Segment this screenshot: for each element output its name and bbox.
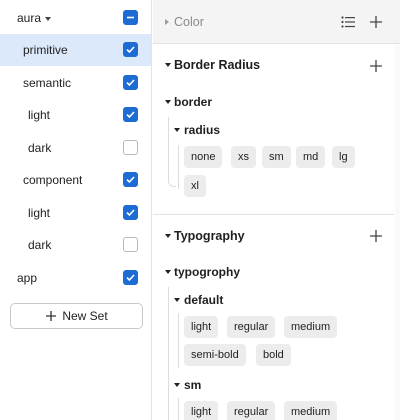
set-checkbox[interactable] bbox=[123, 172, 138, 187]
token-chip-bold[interactable]: bold bbox=[256, 344, 291, 366]
section-title-border-radius: Border Radius bbox=[174, 58, 261, 72]
set-label-aura: aura bbox=[17, 11, 52, 25]
color-section-header[interactable]: Color bbox=[153, 0, 400, 44]
token-chip-medium[interactable]: medium bbox=[284, 316, 338, 338]
set-row-aura[interactable]: aura bbox=[0, 2, 151, 34]
list-view-icon[interactable] bbox=[341, 16, 355, 28]
set-label-component: component bbox=[23, 173, 83, 187]
token-chip-regular[interactable]: regular bbox=[227, 401, 276, 420]
token-chip-md[interactable]: md bbox=[296, 146, 326, 168]
token-chip-none[interactable]: none bbox=[184, 146, 223, 168]
token-chip-lg[interactable]: lg bbox=[332, 146, 355, 168]
set-row-app[interactable]: app bbox=[0, 262, 151, 294]
chevron-down-icon[interactable] bbox=[174, 298, 180, 302]
chevron-down-icon[interactable] bbox=[45, 16, 52, 21]
set-row-semantic-light[interactable]: light bbox=[0, 99, 151, 131]
section-title-typography: Typography bbox=[174, 229, 245, 243]
set-checkbox[interactable] bbox=[123, 270, 138, 285]
token-chip-xl[interactable]: xl bbox=[184, 175, 206, 197]
chevron-down-icon[interactable] bbox=[174, 383, 180, 387]
add-token-plus-icon[interactable] bbox=[369, 229, 383, 243]
set-row-primitive[interactable]: primitive bbox=[0, 34, 151, 66]
set-label-app: app bbox=[17, 271, 38, 285]
tree-guide-line bbox=[168, 287, 169, 420]
set-row-semantic-dark[interactable]: dark bbox=[0, 132, 151, 164]
group-title-sm: sm bbox=[184, 378, 202, 392]
chevron-down-icon[interactable] bbox=[165, 270, 171, 274]
tree-guide-line bbox=[178, 145, 179, 189]
group-title-radius: radius bbox=[184, 123, 221, 137]
token-chip-semi-bold[interactable]: semi-bold bbox=[184, 344, 246, 366]
token-sets-panel: aura primitive semantic light dark compo… bbox=[0, 0, 152, 420]
set-row-component-dark[interactable]: dark bbox=[0, 229, 151, 261]
new-set-label: New Set bbox=[62, 309, 108, 323]
plus-icon bbox=[46, 311, 57, 321]
token-chip-light[interactable]: light bbox=[184, 401, 219, 420]
set-checkbox-empty[interactable] bbox=[123, 237, 138, 252]
scrollbar[interactable] bbox=[395, 44, 400, 420]
tokens-panel: Color Border Radius border radius none x… bbox=[153, 0, 400, 420]
token-chip-sm[interactable]: sm bbox=[262, 146, 291, 168]
token-chip-medium[interactable]: medium bbox=[284, 401, 338, 420]
set-row-semantic[interactable]: semantic bbox=[0, 67, 151, 99]
set-checkbox[interactable] bbox=[123, 107, 138, 122]
set-label-light: light bbox=[28, 206, 51, 220]
tree-guide-line bbox=[178, 398, 179, 420]
chevron-down-icon[interactable] bbox=[174, 128, 180, 132]
chevron-right-icon[interactable] bbox=[165, 19, 169, 25]
set-checkbox[interactable] bbox=[123, 205, 138, 220]
set-row-component[interactable]: component bbox=[0, 164, 151, 196]
set-label-dark: dark bbox=[28, 141, 52, 155]
chevron-down-icon[interactable] bbox=[165, 234, 171, 238]
add-token-plus-icon[interactable] bbox=[369, 15, 383, 29]
set-checkbox-partial[interactable] bbox=[123, 10, 138, 25]
set-checkbox-empty[interactable] bbox=[123, 140, 138, 155]
group-title-typogrophy: typogrophy bbox=[174, 265, 240, 279]
set-checkbox[interactable] bbox=[123, 42, 138, 57]
set-label-semantic: semantic bbox=[23, 76, 72, 90]
set-label-primitive: primitive bbox=[23, 43, 68, 57]
section-divider bbox=[153, 214, 394, 215]
set-checkbox[interactable] bbox=[123, 75, 138, 90]
set-row-component-light[interactable]: light bbox=[0, 197, 151, 229]
set-label-light: light bbox=[28, 108, 51, 122]
chevron-down-icon[interactable] bbox=[165, 100, 171, 104]
token-chip-xs[interactable]: xs bbox=[231, 146, 256, 168]
set-label-dark: dark bbox=[28, 238, 52, 252]
group-title-border: border bbox=[174, 95, 213, 109]
chevron-down-icon[interactable] bbox=[165, 63, 171, 67]
group-title-default: default bbox=[184, 293, 224, 307]
section-title-color: Color bbox=[174, 15, 204, 29]
add-token-plus-icon[interactable] bbox=[369, 59, 383, 73]
new-set-button[interactable]: New Set bbox=[10, 303, 143, 329]
tree-guide-line bbox=[178, 313, 179, 368]
token-chip-light[interactable]: light bbox=[184, 316, 219, 338]
token-chip-regular[interactable]: regular bbox=[227, 316, 276, 338]
